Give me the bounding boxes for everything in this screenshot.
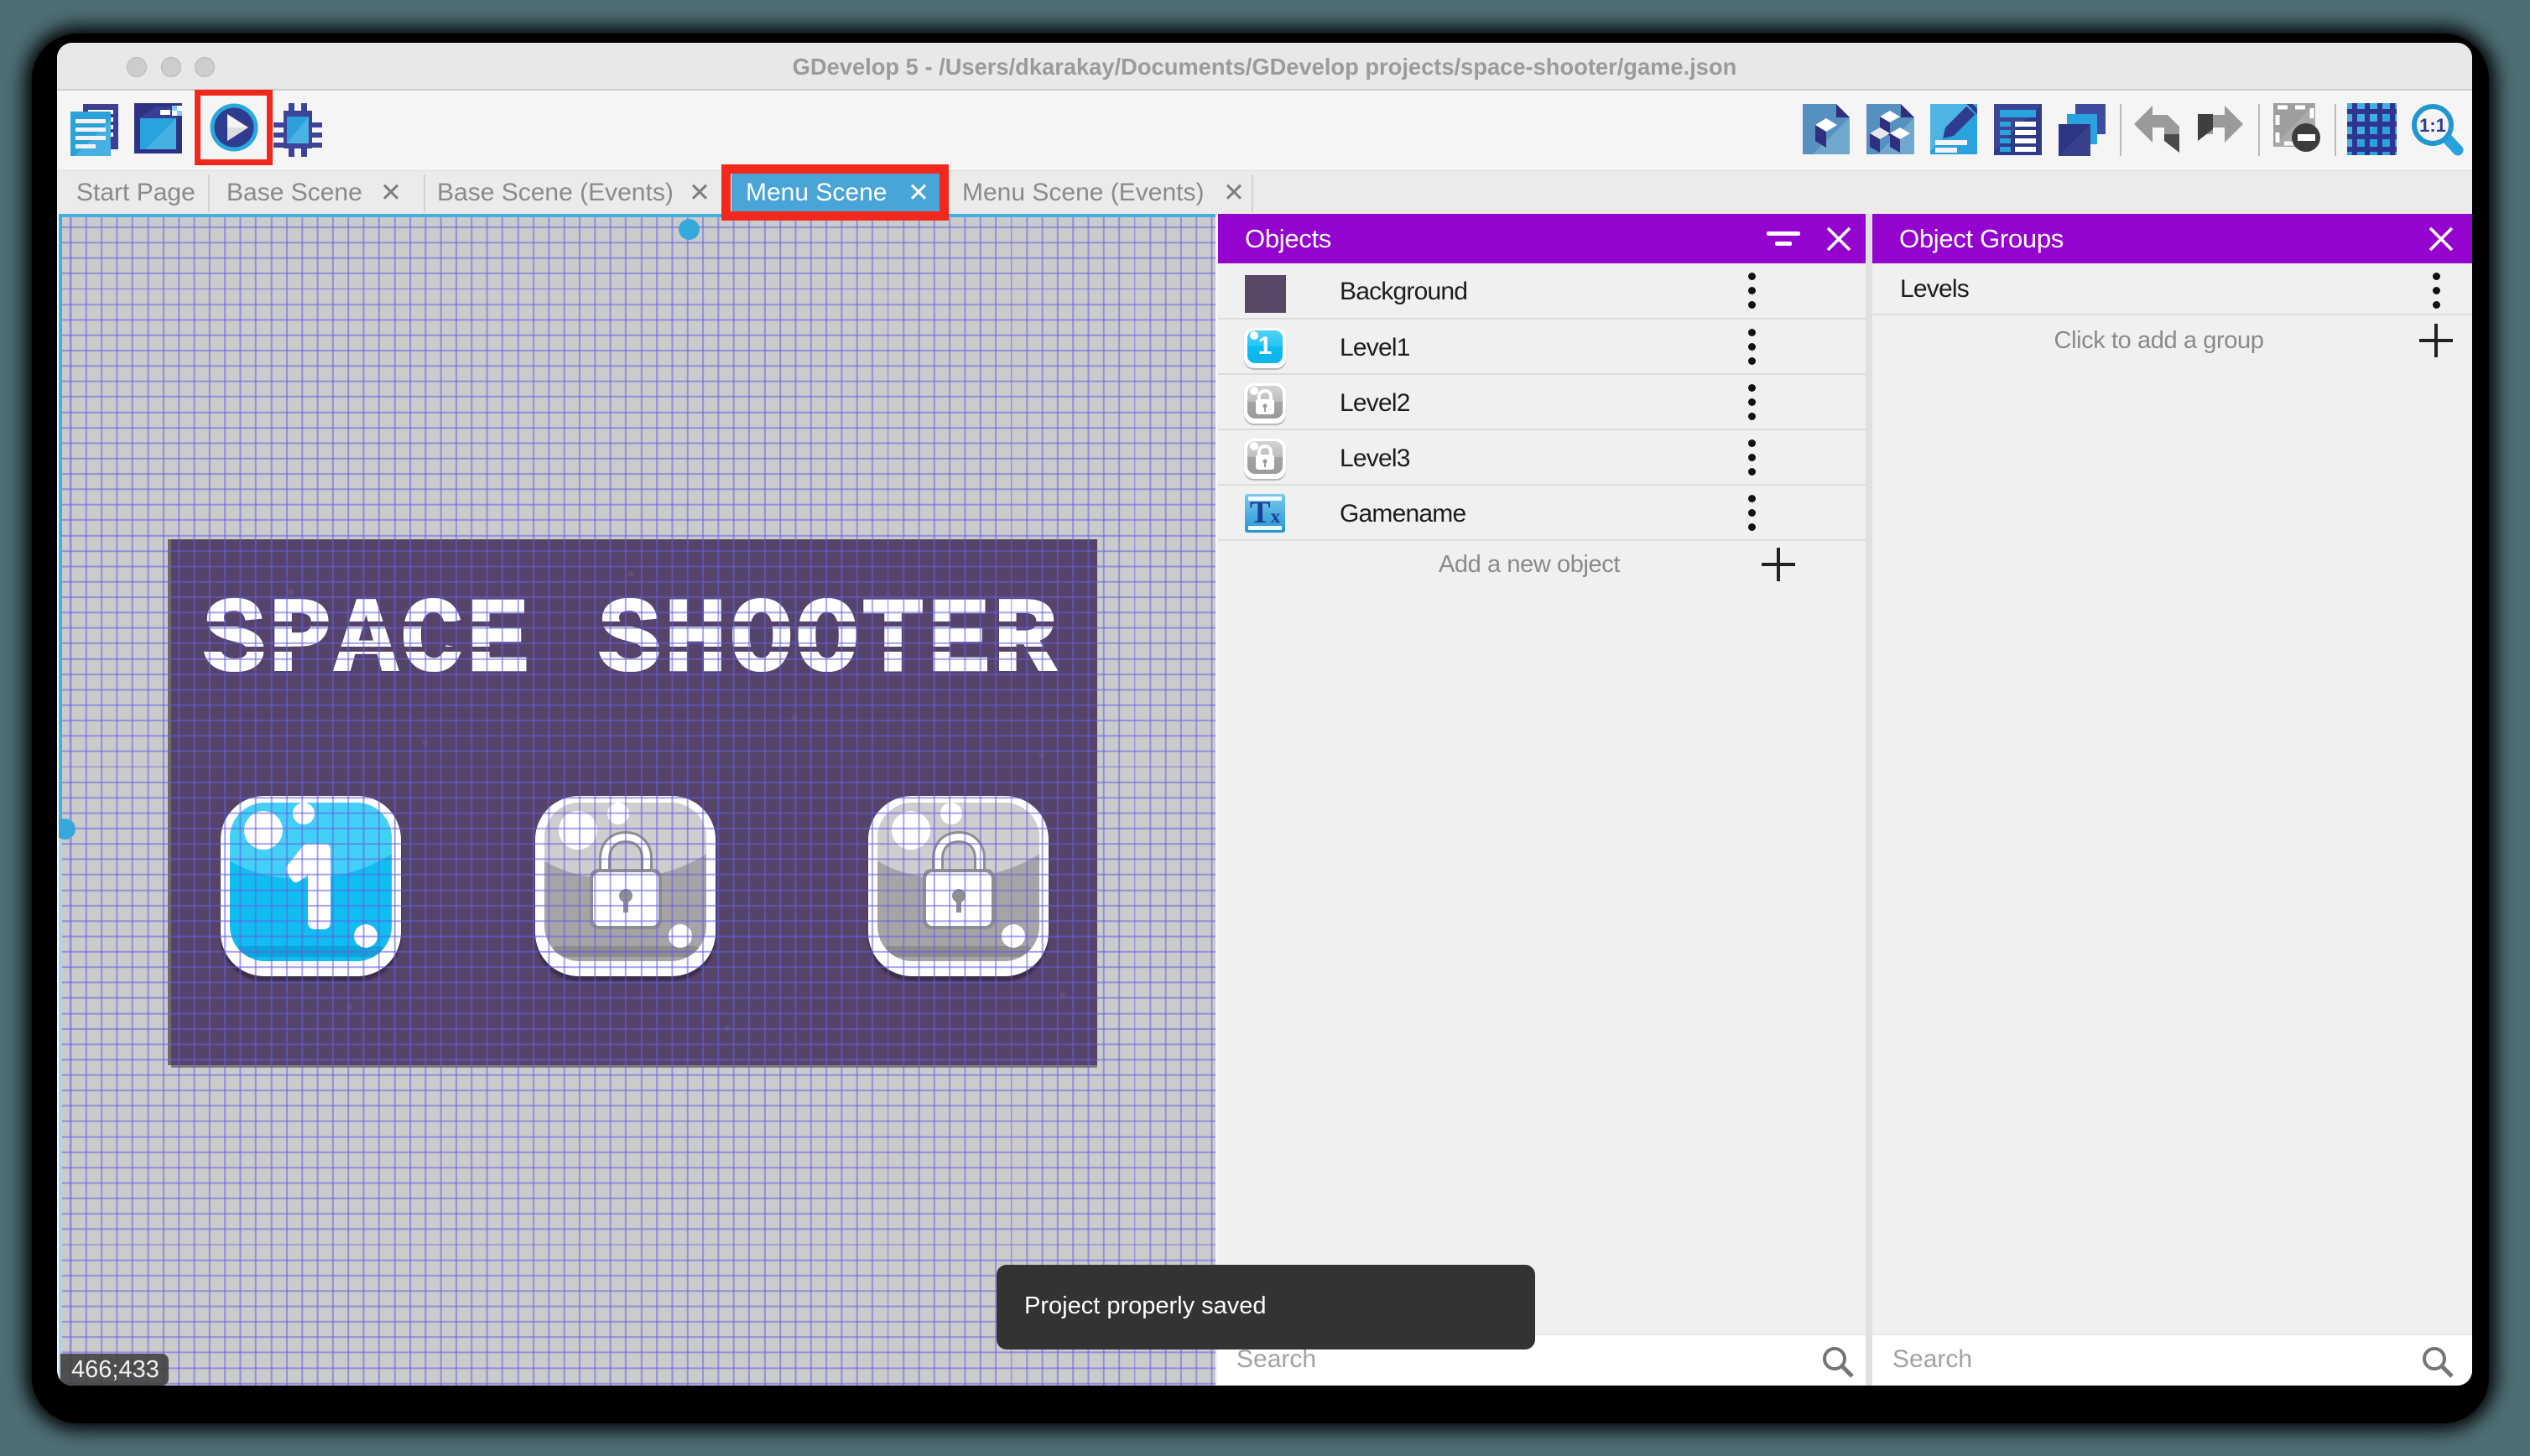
svg-text:1:1: 1:1 — [2419, 115, 2446, 136]
